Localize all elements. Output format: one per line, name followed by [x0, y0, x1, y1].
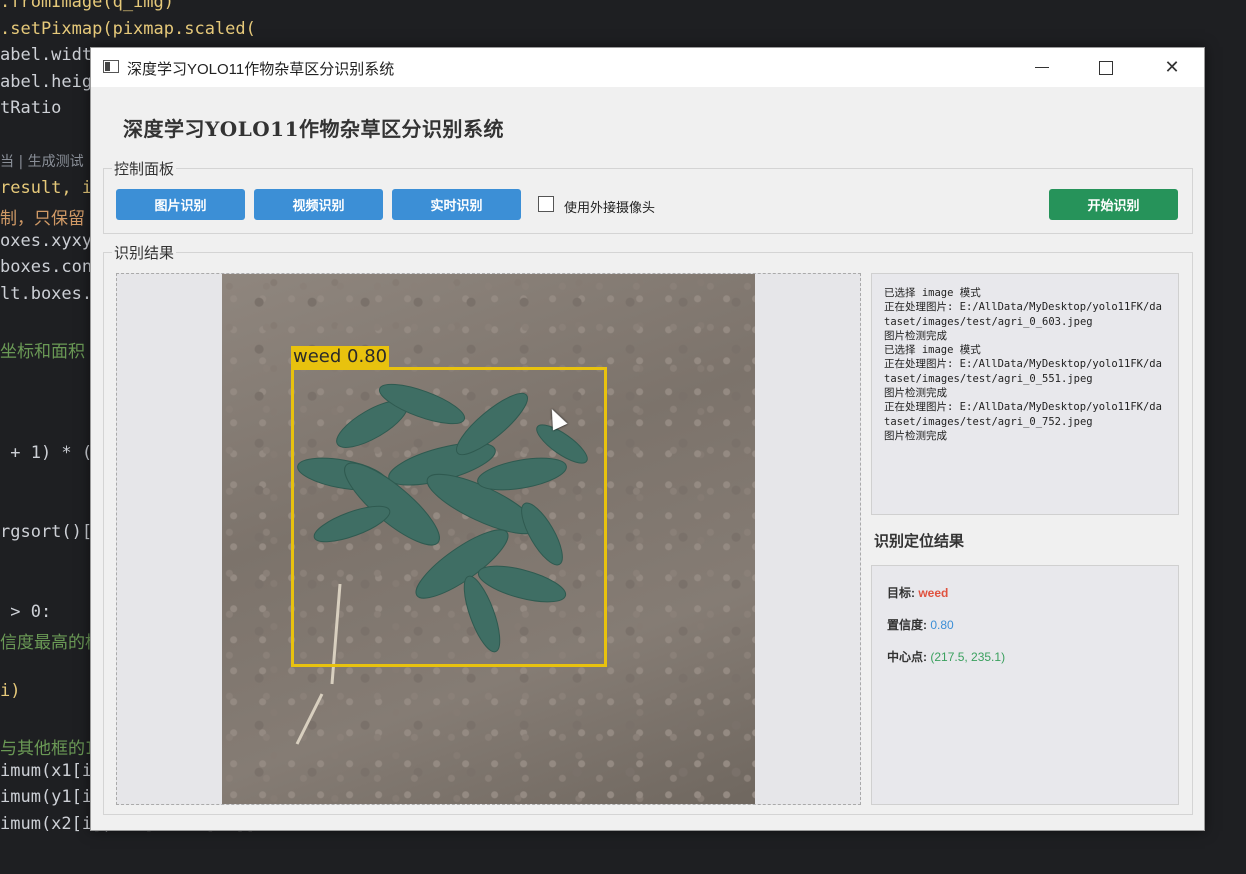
- detection-label: weed 0.80: [291, 346, 390, 367]
- code-text: rgsort()[: [0, 522, 93, 542]
- code-line: boxes.con: [0, 257, 92, 277]
- code-line: 当 | 生成测试: [0, 151, 84, 171]
- center-value: (217.5, 235.1): [930, 650, 1006, 664]
- external-camera-checkbox[interactable]: [538, 196, 554, 212]
- minimize-button[interactable]: [1011, 48, 1073, 87]
- maximize-icon: [1099, 60, 1113, 75]
- code-text: lt.boxes.: [0, 283, 93, 304]
- code-line: 信度最高的框: [0, 628, 102, 653]
- log-line: 图片检测完成: [884, 387, 947, 400]
- log-output: 已选择 image 模式 正在处理图片: E:/AllData/MyDesktop…: [871, 273, 1179, 515]
- code-text: 当 | 生成测试: [0, 154, 84, 170]
- code-text: > 0:: [0, 601, 52, 622]
- code-line: oxes.xyxy: [0, 231, 92, 251]
- image-detect-button[interactable]: 图片识别: [116, 189, 245, 220]
- close-icon: ✕: [1164, 57, 1180, 78]
- code-text: abel.widt: [0, 45, 93, 65]
- code-line: rgsort()[: [0, 522, 92, 542]
- code-text: boxes.con: [0, 257, 93, 277]
- code-text: + 1) * (: [0, 442, 93, 463]
- code-line: > 0:: [0, 602, 51, 622]
- log-line: 图片检测完成: [884, 429, 947, 442]
- log-line: 已选择 image 模式: [884, 344, 981, 357]
- confidence-label: 置信度:: [887, 618, 927, 632]
- code-text: result, i: [0, 177, 93, 198]
- title-bar[interactable]: 深度学习YOLO11作物杂草区分识别系统 ✕: [91, 48, 1204, 87]
- code-text: tRatio: [0, 98, 62, 118]
- code-text: abel.heig: [0, 71, 93, 92]
- close-button[interactable]: ✕: [1141, 48, 1203, 87]
- code-line: tRatio: [0, 98, 61, 118]
- code-text: 与其他框的I: [0, 739, 96, 759]
- log-line: 已选择 image 模式: [884, 287, 981, 299]
- locate-result-title: 识别定位结果: [874, 532, 965, 550]
- code-line: + 1) * (: [0, 443, 92, 463]
- external-camera-label: 使用外接摄像头: [564, 201, 656, 216]
- code-line: .setPixmap(pixmap.scaled(: [0, 19, 256, 39]
- code-text: oxes.xyxy: [0, 230, 93, 251]
- code-line: imum(x1[i: [0, 761, 92, 781]
- maximize-button[interactable]: [1075, 48, 1137, 87]
- code-line: 与其他框的I: [0, 734, 95, 759]
- code-text: 制，只保留: [0, 209, 85, 229]
- log-line: 正在处理图片: E:/AllData/MyDesktop/yolo11FK/da…: [884, 401, 1162, 428]
- code-line: 坐标和面积: [0, 337, 85, 362]
- locate-result-box: 目标: weed 置信度: 0.80 中心点: (217.5, 235.1): [871, 565, 1179, 805]
- page-title: 深度学习YOLO11作物杂草区分识别系统: [123, 117, 505, 141]
- code-text: imum(x1[i: [0, 760, 93, 781]
- code-line: abel.heig: [0, 72, 92, 92]
- detection-image: weed 0.80: [222, 274, 755, 804]
- target-value: weed: [918, 586, 949, 600]
- log-line: 图片检测完成: [884, 329, 947, 342]
- code-text: 坐标和面积: [0, 341, 85, 362]
- code-line: 制，只保留: [0, 204, 85, 229]
- start-detect-button[interactable]: 开始识别: [1049, 189, 1178, 220]
- app-window: 深度学习YOLO11作物杂草区分识别系统 ✕ 深度学习YOLO11作物杂草区分识…: [90, 47, 1205, 831]
- window-title: 深度学习YOLO11作物杂草区分识别系统: [127, 61, 395, 78]
- log-line: 正在处理图片: E:/AllData/MyDesktop/yolo11FK/da…: [884, 301, 1162, 328]
- center-row: 中心点: (217.5, 235.1): [887, 648, 1163, 665]
- code-line: i): [0, 681, 20, 701]
- code-line: result, i: [0, 178, 92, 198]
- code-line: abel.widt: [0, 45, 92, 65]
- video-detect-button[interactable]: 视频识别: [254, 189, 383, 220]
- app-icon: [103, 60, 119, 73]
- code-text: .fromImage(q_img): [0, 0, 174, 12]
- confidence-row: 置信度: 0.80: [887, 616, 1163, 633]
- code-line: lt.boxes.: [0, 284, 92, 304]
- log-line: 正在处理图片: E:/AllData/MyDesktop/yolo11FK/da…: [884, 358, 1162, 385]
- confidence-value: 0.80: [930, 618, 954, 632]
- code-text: .setPixmap(pixmap.scaled(: [0, 18, 256, 39]
- realtime-detect-button[interactable]: 实时识别: [392, 189, 521, 220]
- code-line: .fromImage(q_img): [0, 0, 174, 12]
- code-text: i): [0, 681, 21, 701]
- control-panel-title: 控制面板: [112, 158, 177, 179]
- results-title: 识别结果: [112, 242, 177, 263]
- target-row: 目标: weed: [887, 584, 1163, 601]
- center-label: 中心点:: [887, 650, 927, 664]
- code-text: 信度最高的框: [0, 633, 102, 653]
- target-label: 目标:: [887, 586, 915, 600]
- minimize-icon: [1035, 67, 1049, 68]
